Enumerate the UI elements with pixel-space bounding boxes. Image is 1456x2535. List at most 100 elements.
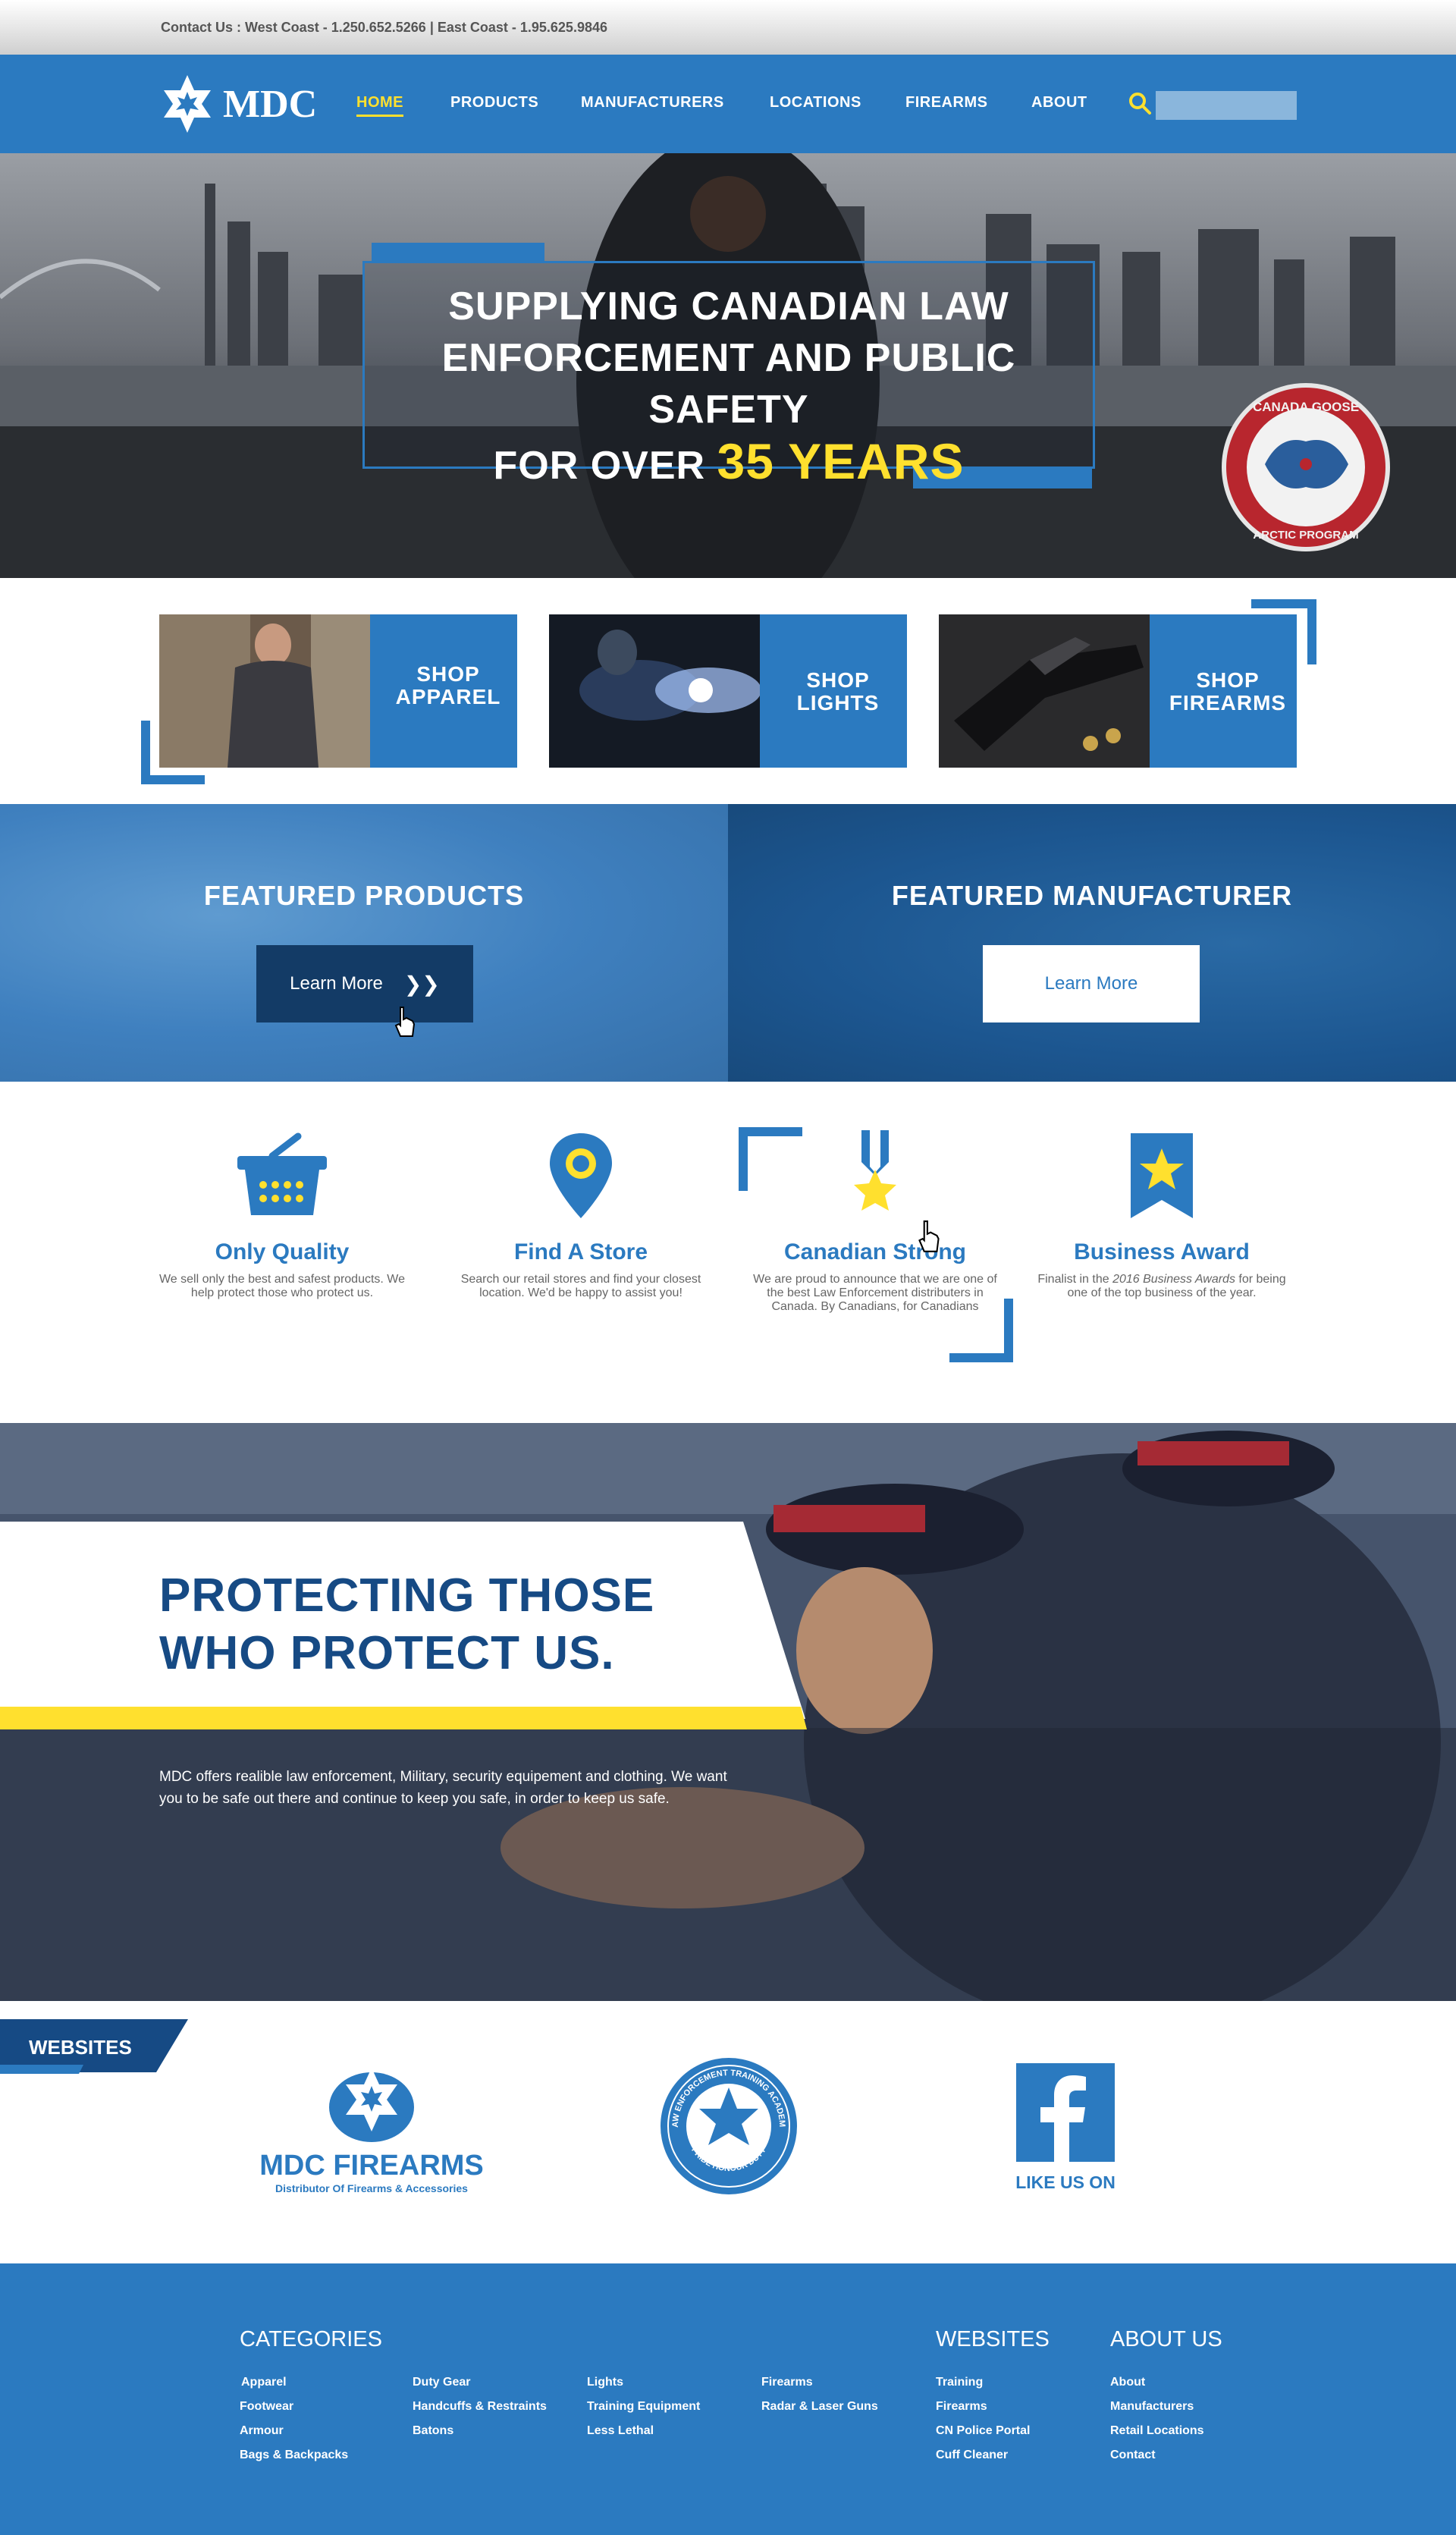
websites-tab-label: WEBSITES	[29, 2036, 132, 2059]
footer-link[interactable]: Armour	[240, 2424, 284, 2438]
feature-title: Find A Store	[513, 1239, 648, 1264]
logo-text: MDC	[223, 82, 318, 126]
protect-title-line-1: PROTECTING THOSE	[159, 1569, 655, 1622]
basket-icon	[237, 1132, 327, 1215]
shop-apparel-label: SHOP APPAREL	[379, 663, 517, 708]
protect-title-line-2: WHO PROTECT US.	[159, 1627, 615, 1679]
map-pin-icon	[550, 1133, 612, 1218]
featured-products-title: FEATURED PRODUCTS	[203, 880, 525, 911]
nav-about[interactable]: ABOUT	[1031, 94, 1087, 112]
nav-firearms[interactable]: FIREARMS	[905, 94, 987, 112]
footer-categories-title: CATEGORIES	[240, 2327, 382, 2351]
hero-headline: SUPPLYING CANADIAN LAW ENFORCEMENT AND P…	[362, 281, 1095, 492]
training-academy-link[interactable]: LAW ENFORCEMENT TRAINING ACADEMY PRIDE H…	[655, 2049, 799, 2200]
footer-link[interactable]: Apparel	[241, 2376, 287, 2389]
footer-link[interactable]: About	[1110, 2376, 1145, 2389]
websites-tab: WEBSITES	[0, 2019, 190, 2075]
nav-products[interactable]: PRODUCTS	[450, 94, 538, 112]
protect-title-panel	[0, 1522, 807, 1729]
facebook-link[interactable]: LIKE US ON	[1001, 2063, 1130, 2193]
shop-lights-label: SHOP LIGHTS	[769, 669, 907, 715]
contact-info: Contact Us : West Coast - 1.250.652.5266…	[161, 20, 607, 35]
facebook-caption: LIKE US ON	[1015, 2172, 1116, 2192]
footer-link[interactable]: Bags & Backpacks	[240, 2449, 348, 2462]
hand-cursor-icon	[918, 1220, 940, 1252]
footer-link[interactable]: CN Police Portal	[936, 2424, 1030, 2438]
footer-link[interactable]: Training	[936, 2376, 983, 2389]
footer-about-title: ABOUT US	[1110, 2327, 1222, 2351]
feature-description: We sell only the best and safest product…	[158, 1273, 406, 1299]
hero-line-3-prefix: FOR OVER	[493, 444, 706, 488]
award-ribbon-icon	[1131, 1133, 1193, 1218]
footer-link[interactable]: Contact	[1110, 2449, 1156, 2462]
featured-manufacturer-panel: FEATURED MANUFACTURER Learn More	[728, 804, 1456, 1082]
mdc-firearms-link[interactable]: MDC FIREARMS Distributor Of Firearms & A…	[258, 2062, 485, 2194]
featured-manufacturer-title: FEATURED MANUFACTURER	[891, 880, 1293, 911]
feature-business-award: Business Award Finalist in the 2016 Busi…	[1033, 1130, 1291, 1300]
footer-link[interactable]: Duty Gear	[413, 2376, 470, 2389]
footer-link[interactable]: Less Lethal	[587, 2424, 654, 2438]
hero-frame-accent-top	[372, 243, 544, 262]
search-icon[interactable]	[1128, 91, 1152, 115]
shop-lights-tile[interactable]: SHOP LIGHTS	[549, 614, 907, 768]
canada-goose-badge: CANADA GOOSE ARCTIC PROGRAM	[1222, 383, 1390, 551]
award-desc-prefix: Finalist in the	[1037, 1273, 1113, 1286]
featured-products-button-label: Learn More	[290, 973, 383, 994]
footer-link[interactable]: Lights	[587, 2376, 623, 2389]
shop-firearms-line1: SHOP	[1196, 668, 1260, 692]
footer-link[interactable]: Firearms	[761, 2376, 813, 2389]
hero-line-1: SUPPLYING CANADIAN LAW	[448, 284, 1009, 328]
shop-apparel-tile[interactable]: SHOP APPAREL	[159, 614, 517, 768]
featured-manufacturer-learn-more-button[interactable]: Learn More	[983, 945, 1200, 1022]
footer-link[interactable]: Retail Locations	[1110, 2424, 1204, 2438]
footer-link[interactable]: Handcuffs & Restraints	[413, 2400, 547, 2414]
protect-description: MDC offers realible law enforcement, Mil…	[159, 1769, 727, 1807]
mdc-firearms-logo-icon	[329, 2068, 414, 2142]
footer-link[interactable]: Radar & Laser Guns	[761, 2400, 878, 2414]
facebook-icon	[1016, 2063, 1115, 2162]
feature-description: Finalist in the 2016 Business Awards for…	[1033, 1273, 1291, 1300]
hand-cursor-icon	[394, 1007, 416, 1037]
hero-banner: SUPPLYING CANADIAN LAW ENFORCEMENT AND P…	[0, 153, 1456, 578]
feature-title: Canadian Strong	[783, 1239, 966, 1264]
footer-link[interactable]: Footwear	[240, 2400, 293, 2414]
featured-products-learn-more-button[interactable]: Learn More ❯❯	[256, 945, 473, 1022]
top-contact-bar: Contact Us : West Coast - 1.250.652.5266…	[0, 0, 1456, 55]
lights-photo	[549, 614, 769, 768]
featured-products-panel: FEATURED PRODUCTS Learn More ❯❯	[0, 804, 728, 1082]
badge-top-text: CANADA GOOSE	[1253, 400, 1359, 414]
footer-link[interactable]: Training Equipment	[587, 2400, 700, 2414]
feature-title: Business Award	[1074, 1239, 1250, 1264]
footer-link[interactable]: Cuff Cleaner	[936, 2449, 1008, 2462]
footer-link[interactable]: Batons	[413, 2424, 453, 2438]
footer-websites-title: WEBSITES	[936, 2327, 1050, 2351]
shop-apparel-line2: APPAREL	[395, 685, 501, 708]
firearms-photo	[939, 614, 1159, 768]
shop-firearms-line2: FIREARMS	[1169, 691, 1287, 715]
feature-only-quality: Only Quality We sell only the best and s…	[153, 1130, 411, 1300]
logo[interactable]: MDC	[159, 73, 317, 135]
mdc-firearms-title: MDC FIREARMS	[259, 2150, 484, 2182]
main-navigation: MDC HOME PRODUCTS MANUFACTURERS LOCATION…	[0, 55, 1456, 153]
feature-find-a-store[interactable]: Find A Store Search our retail stores an…	[452, 1130, 710, 1300]
footer-link[interactable]: Manufacturers	[1110, 2400, 1194, 2414]
feature-canadian-strong: Canadian Strong We are proud to announce…	[746, 1130, 1004, 1314]
footer-link[interactable]: Firearms	[936, 2400, 987, 2414]
search-input[interactable]	[1156, 91, 1297, 120]
feature-description: We are proud to announce that we are one…	[753, 1273, 997, 1313]
apparel-photo	[159, 614, 379, 768]
nav-home[interactable]: HOME	[356, 94, 403, 117]
shop-firearms-tile[interactable]: SHOP FIREARMS	[939, 614, 1297, 768]
feature-title: Only Quality	[215, 1239, 350, 1264]
award-desc-emphasis: 2016 Business Awards	[1112, 1273, 1235, 1286]
hero-line-2: ENFORCEMENT AND PUBLIC SAFETY	[441, 336, 1016, 432]
feature-description: Search our retail stores and find your c…	[460, 1273, 701, 1299]
hero-line-3: FOR OVER 35 YEARS	[362, 435, 1095, 492]
shop-lights-line2: LIGHTS	[796, 691, 880, 715]
protect-section: PROTECTING THOSE WHO PROTECT US. MDC off…	[0, 1423, 1456, 2001]
star-logo-icon	[164, 75, 211, 133]
nav-locations[interactable]: LOCATIONS	[770, 94, 861, 112]
hero-years-highlight: 35 YEARS	[717, 433, 965, 489]
medal-icon	[854, 1130, 896, 1211]
nav-manufacturers[interactable]: MANUFACTURERS	[581, 94, 724, 112]
